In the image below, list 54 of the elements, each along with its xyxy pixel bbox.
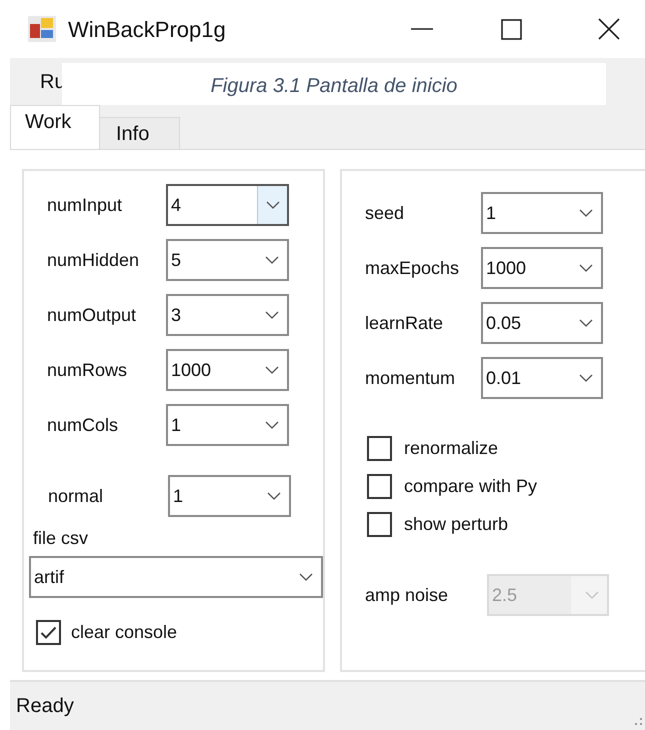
maximize-icon[interactable] xyxy=(501,18,522,40)
figure-caption: Figura 3.1 Pantalla de inicio xyxy=(62,63,606,105)
field-label: normal xyxy=(48,484,104,508)
chevron-down-icon xyxy=(265,310,279,320)
chevron-down-icon xyxy=(265,256,279,264)
resize-grip-icon xyxy=(635,718,643,726)
dropdown-field[interactable]: artif xyxy=(29,556,323,598)
minimize-icon[interactable] xyxy=(411,27,433,31)
chevron-down-icon xyxy=(579,208,593,218)
tab[interactable]: Work xyxy=(10,105,100,149)
field-label: learnRate xyxy=(365,312,444,334)
field-label: momentum xyxy=(365,366,456,390)
chevron-down-icon xyxy=(265,366,279,374)
field-label: numRows xyxy=(47,358,128,382)
window-title: WinBackProp1g xyxy=(68,16,226,44)
field-label: seed xyxy=(365,202,406,224)
field-label: numInput xyxy=(47,194,124,217)
dropdown-field[interactable]: 1 xyxy=(166,404,289,446)
dropdown-field[interactable]: 1 xyxy=(168,475,291,517)
checkmark-icon xyxy=(40,626,57,640)
chevron-down-icon xyxy=(267,492,281,500)
checkbox-label: clear console xyxy=(71,621,178,644)
chevron-down-icon xyxy=(299,572,313,582)
chevron-down-icon xyxy=(265,420,279,430)
field-label: file csv xyxy=(33,527,90,550)
field-label: amp noise xyxy=(365,584,450,607)
chevron-down-icon xyxy=(579,264,593,272)
dropdown-field[interactable]: 1000 xyxy=(481,247,603,289)
chevron-down-icon xyxy=(585,590,599,600)
tab[interactable]: Info xyxy=(100,117,180,149)
checkbox[interactable] xyxy=(367,436,392,461)
field-label: numCols xyxy=(47,414,120,436)
close-icon[interactable] xyxy=(598,18,620,40)
dropdown-field[interactable]: 1000 xyxy=(166,349,289,391)
dropdown-field[interactable]: 4 xyxy=(166,184,289,226)
chevron-down-icon xyxy=(579,318,593,328)
checkbox[interactable] xyxy=(367,512,392,537)
checkbox-label: show perturb xyxy=(404,513,508,536)
chevron-down-icon xyxy=(579,374,593,382)
dropdown-field[interactable]: 0.05 xyxy=(481,302,603,344)
checkbox[interactable] xyxy=(367,474,392,499)
checkbox-label: renormalize xyxy=(404,437,498,460)
dropdown-field[interactable]: 0.01 xyxy=(481,357,603,399)
chevron-down-icon xyxy=(266,200,280,210)
checkbox-label: compare with Py xyxy=(404,475,538,498)
dropdown-field[interactable]: 1 xyxy=(481,192,603,234)
field-label: maxEpochs xyxy=(365,256,460,280)
app-icon xyxy=(27,15,57,43)
checkbox[interactable] xyxy=(36,620,61,645)
field-label: numHidden xyxy=(47,248,140,272)
dropdown-field[interactable]: 3 xyxy=(166,294,289,336)
status-text: Ready xyxy=(16,694,74,719)
dropdown-field[interactable]: 5 xyxy=(166,239,289,281)
field-label: numOutput xyxy=(47,304,138,327)
